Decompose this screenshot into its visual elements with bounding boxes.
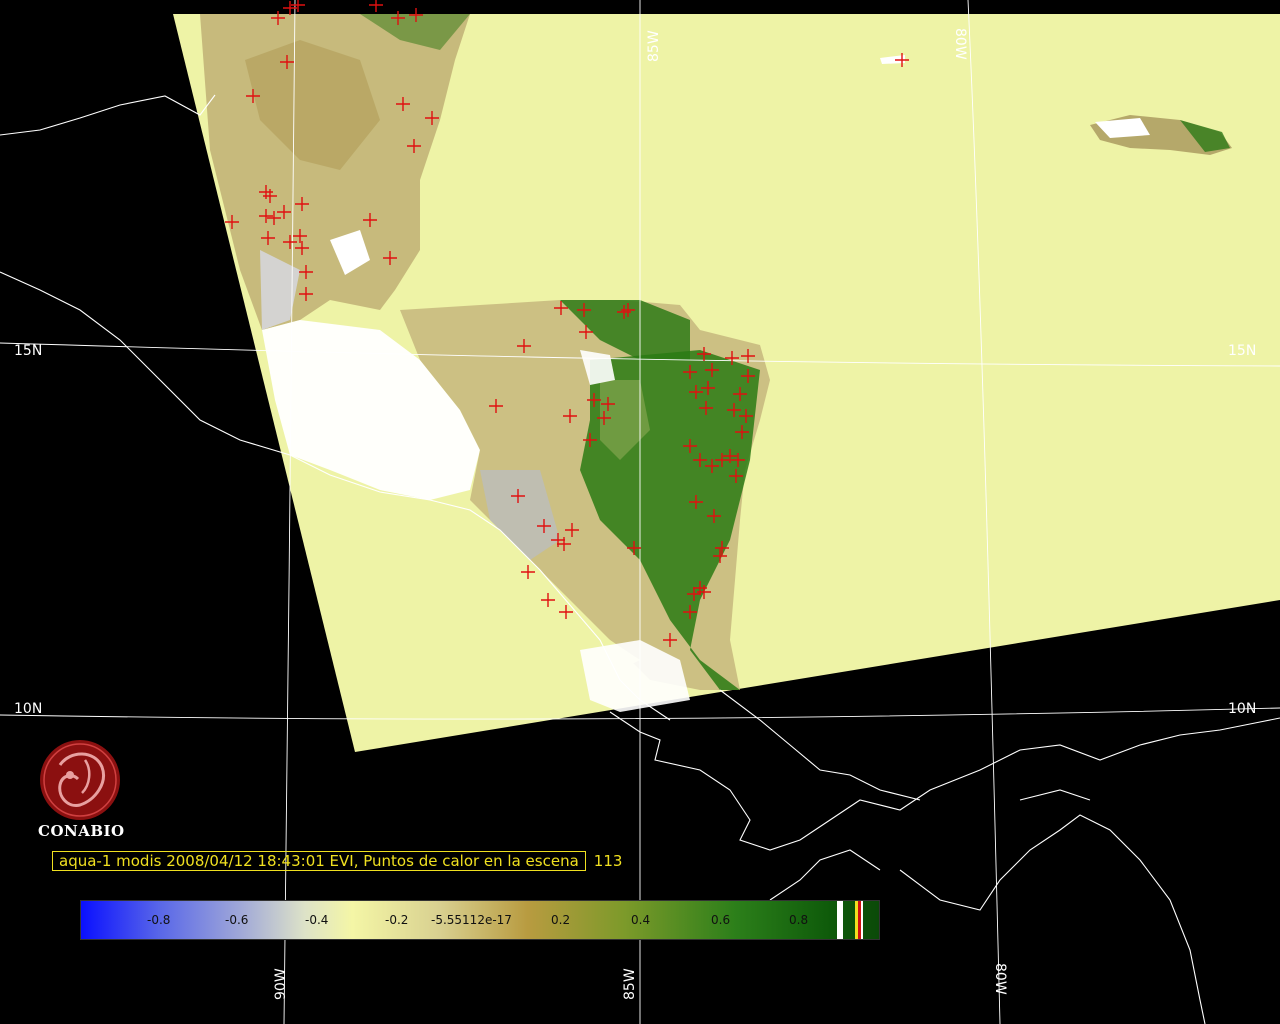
scene-caption: aqua-1 modis 2008/04/12 18:43:01 EVI, Pu… (52, 851, 622, 871)
colorbar-tick: -5.55112e-17 (431, 913, 512, 927)
colorbar-tick: -0.6 (225, 913, 249, 927)
colorbar-tick: -0.8 (147, 913, 171, 927)
colorbar-tick: 0.4 (631, 913, 651, 927)
lon-label-85w-top: 85W (646, 30, 662, 62)
fire-count: 113 (593, 852, 623, 870)
lat-label-15n-right: 15N (1228, 343, 1256, 359)
lon-label-85w-bottom: 85W (622, 968, 638, 1000)
colorbar-tick: 0.8 (789, 913, 809, 927)
colorbar-tick: -0.4 (305, 913, 329, 927)
lat-label-15n-left: 15N (14, 343, 42, 359)
lat-label-10n-right: 10N (1228, 701, 1256, 717)
lat-label-10n-left: 10N (14, 701, 42, 717)
colorbar-tick: 0.6 (711, 913, 731, 927)
colorbar-tick: 0.2 (551, 913, 571, 927)
scene-caption-text: aqua-1 modis 2008/04/12 18:43:01 EVI, Pu… (52, 851, 586, 871)
lon-label-90w-bottom: 90W (273, 968, 289, 1000)
conabio-name: CONABIO (38, 822, 125, 840)
colorbar-tick: -0.2 (385, 913, 409, 927)
evi-colorbar: -0.8 -0.6 -0.4 -0.2 -5.55112e-17 0.2 0.4… (80, 900, 880, 940)
lon-label-80w-bottom: 80W (992, 963, 1008, 995)
lon-label-80w-top: 80W (952, 28, 968, 60)
